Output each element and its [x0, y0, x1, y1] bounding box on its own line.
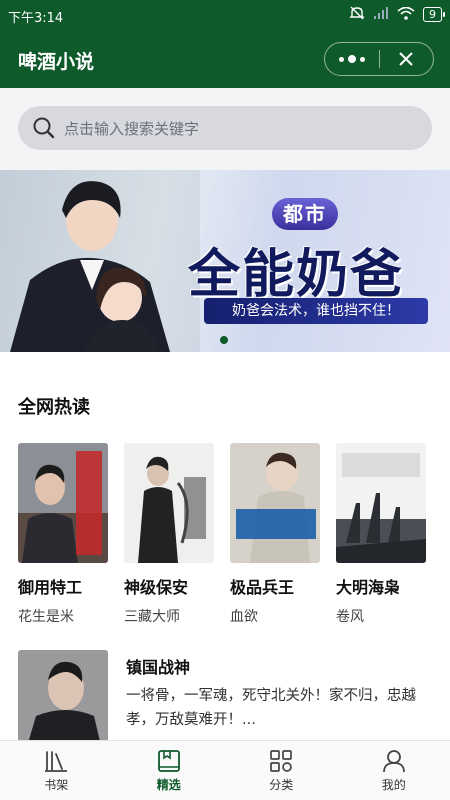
tab-label: 分类: [269, 778, 294, 792]
status-bar: 下午3:14 9: [0, 0, 450, 32]
wifi-icon: [397, 6, 415, 23]
featured-book-description: 一将骨，一军魂，死守北关外！家不归，忠越孝，万敌莫难开！...: [126, 688, 416, 728]
mute-icon: [349, 6, 365, 23]
book-cover[interactable]: [336, 443, 426, 563]
book-author: 花生是米: [18, 609, 74, 625]
tab-profile[interactable]: 我的: [338, 741, 450, 800]
battery-icon: 9: [423, 7, 445, 22]
banner-genre-tag: 都市: [272, 198, 338, 230]
banner-slogan: 奶爸会法术，谁也挡不住！: [204, 298, 428, 324]
hot-books-grid: 御用特工 花生是米 神级保安 三藏大师 极品兵王 血欲 大明海枭 卷风: [18, 443, 432, 626]
featured-book-title[interactable]: 镇国战神: [126, 654, 190, 678]
book-author: 卷风: [336, 609, 364, 625]
close-button[interactable]: [380, 43, 434, 75]
book-card[interactable]: 御用特工 花生是米: [18, 443, 108, 626]
book-card[interactable]: 大明海枭 卷风: [336, 443, 426, 626]
search-input[interactable]: 点击输入搜索关键字: [18, 106, 432, 150]
book-title[interactable]: 神级保安: [124, 574, 214, 598]
tab-featured[interactable]: 精选: [113, 741, 226, 800]
tab-bookshelf[interactable]: 书架: [0, 741, 113, 800]
banner-illustration: [0, 170, 200, 352]
book-cover[interactable]: [18, 443, 108, 563]
featured-icon: [157, 750, 180, 772]
section-title: 全网热读: [18, 397, 90, 418]
tab-label: 书架: [44, 778, 69, 792]
banner-title: 全能奶爸: [188, 245, 405, 305]
book-title[interactable]: 御用特工: [18, 574, 108, 598]
book-author: 血欲: [230, 609, 258, 625]
search-icon: [33, 117, 55, 139]
book-title[interactable]: 大明海枭: [336, 574, 426, 598]
app-title: 啤酒小说: [18, 51, 95, 73]
featured-book-cover[interactable]: [18, 650, 108, 740]
signal-icon: [373, 7, 389, 22]
more-icon: [338, 55, 365, 63]
featured-book[interactable]: 镇国战神 一将骨，一军魂，死守北关外！家不归，忠越孝，万敌莫难开！...: [18, 650, 432, 740]
profile-icon: [382, 750, 405, 773]
mini-program-capsule: [324, 42, 434, 76]
bookshelf-icon: [45, 751, 68, 772]
book-title[interactable]: 极品兵王: [230, 574, 320, 598]
search-placeholder: 点击输入搜索关键字: [64, 119, 200, 138]
app-header: 啤酒小说: [0, 32, 450, 88]
promo-banner[interactable]: 都市 全能奶爸 奶爸会法术，谁也挡不住！: [0, 170, 450, 352]
categories-icon: [270, 750, 293, 772]
main-content[interactable]: 点击输入搜索关键字 都市 全能奶爸 奶爸会法术，谁也挡不住！ 全网热读 御用特工…: [0, 88, 450, 740]
tab-categories[interactable]: 分类: [225, 741, 338, 800]
search-area: 点击输入搜索关键字: [0, 88, 450, 170]
status-icons: 9: [349, 6, 445, 23]
book-cover[interactable]: [230, 443, 320, 563]
book-card[interactable]: 极品兵王 血欲: [230, 443, 320, 626]
status-time: 下午3:14: [8, 11, 64, 26]
tab-label: 我的: [381, 778, 406, 792]
book-author: 三藏大师: [124, 609, 180, 625]
bottom-tab-bar: 书架 精选 分类 我的: [0, 740, 450, 800]
close-icon: [399, 52, 413, 66]
tab-label: 精选: [156, 778, 181, 792]
more-button[interactable]: [325, 43, 379, 75]
book-cover[interactable]: [124, 443, 214, 563]
banner-page-indicator[interactable]: [220, 336, 228, 344]
book-card[interactable]: 神级保安 三藏大师: [124, 443, 214, 626]
